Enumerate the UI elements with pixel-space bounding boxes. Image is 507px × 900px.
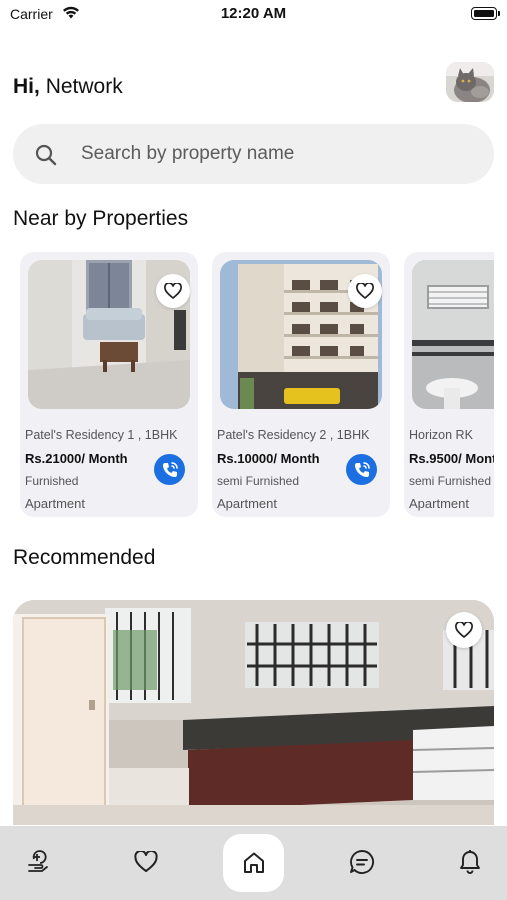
property-name: Horizon RK xyxy=(409,428,473,442)
property-furnishing: semi Furnished xyxy=(409,474,492,488)
property-photo xyxy=(412,260,494,409)
heart-icon xyxy=(134,851,158,872)
call-button[interactable] xyxy=(154,454,185,485)
status-time: 12:20 AM xyxy=(220,5,287,22)
property-price: Rs.9500/ Month xyxy=(409,451,494,466)
favorite-button[interactable] xyxy=(348,274,382,308)
property-card[interactable]: Patel's Residency 1 , 1BHK Rs.21000/ Mon… xyxy=(20,252,198,517)
property-name: Patel's Residency 1 , 1BHK xyxy=(25,428,178,442)
bell-icon xyxy=(460,850,480,874)
search-input[interactable] xyxy=(81,124,461,184)
tab-messages[interactable] xyxy=(344,844,380,880)
recommended-section-title: Recommended xyxy=(13,546,156,569)
property-price: Rs.10000/ Month xyxy=(217,451,320,466)
avatar[interactable] xyxy=(446,62,494,102)
property-furnishing: Furnished xyxy=(25,474,79,488)
property-furnishing: semi Furnished xyxy=(217,474,300,488)
property-name: Patel's Residency 2 , 1BHK xyxy=(217,428,370,442)
search-bar[interactable] xyxy=(13,124,494,184)
call-button[interactable] xyxy=(346,454,377,485)
bottom-tab-bar xyxy=(0,826,507,900)
heart-icon xyxy=(164,283,182,299)
property-type: Apartment xyxy=(25,496,85,511)
avatar-cat-photo xyxy=(446,62,494,102)
property-price: Rs.21000/ Month xyxy=(25,451,128,466)
tab-notifications[interactable] xyxy=(452,844,488,880)
home-icon xyxy=(243,852,264,873)
tab-wallet[interactable] xyxy=(20,844,56,880)
heart-icon xyxy=(455,622,473,638)
recommended-property-card[interactable] xyxy=(13,600,494,825)
tab-favorites[interactable] xyxy=(128,844,164,880)
favorite-button[interactable] xyxy=(156,274,190,308)
property-type: Apartment xyxy=(409,496,469,511)
phone-icon xyxy=(162,461,178,477)
recommended-property-photo xyxy=(13,600,494,825)
property-card[interactable]: Patel's Residency 2 , 1BHK Rs.10000/ Mon… xyxy=(212,252,390,517)
phone-icon xyxy=(354,461,370,477)
chat-icon xyxy=(350,850,374,874)
status-bar: Carrier 12:20 AM xyxy=(0,0,507,30)
favorite-button[interactable] xyxy=(446,612,482,648)
greeting: Hi, Network xyxy=(13,75,123,99)
greeting-name: Network xyxy=(45,75,123,98)
nearby-properties-list[interactable]: Patel's Residency 1 , 1BHK Rs.21000/ Mon… xyxy=(20,252,494,522)
greeting-hi: Hi, xyxy=(13,75,40,98)
search-icon xyxy=(35,144,57,166)
nearby-section-title: Near by Properties xyxy=(13,207,189,230)
property-card[interactable]: Horizon RK Rs.9500/ Month semi Furnished… xyxy=(404,252,494,517)
property-type: Apartment xyxy=(217,496,277,511)
battery-icon xyxy=(471,7,500,20)
tab-home[interactable] xyxy=(223,834,284,892)
heart-icon xyxy=(356,283,374,299)
wallet-icon xyxy=(28,850,48,872)
